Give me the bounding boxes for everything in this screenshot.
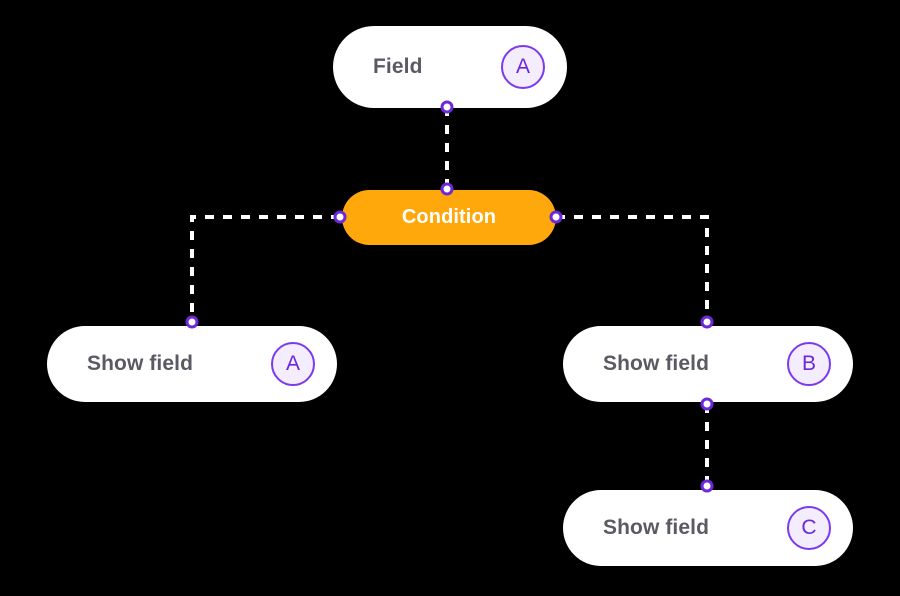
flow-canvas[interactable]: Field A Condition Show field A Show field B Sho… [0,0,900,596]
node-field[interactable]: Field A [333,26,567,108]
connection-handle-show-field-b-bottom[interactable] [700,397,714,411]
node-label: Show field [603,516,709,539]
edge[interactable] [190,215,340,322]
node-badge: A [271,342,315,386]
connection-handle-show-field-a-top[interactable] [185,315,199,329]
node-badge: B [787,342,831,386]
connection-handle-show-field-c-top[interactable] [700,479,714,493]
connection-handle-show-field-b-top[interactable] [700,315,714,329]
node-show-field-a[interactable]: Show field A [47,326,337,402]
node-show-field-b[interactable]: Show field B [563,326,853,402]
node-badge: A [501,45,545,89]
edge[interactable] [556,215,709,322]
node-condition[interactable]: Condition [342,190,556,245]
connection-handle-condition-top[interactable] [440,182,454,196]
node-label: Show field [603,352,709,375]
node-badge: C [787,506,831,550]
connection-handle-condition-left[interactable] [333,210,347,224]
node-label: Show field [87,352,193,375]
node-label: Field [373,55,423,78]
connection-handle-field-bottom[interactable] [440,100,454,114]
node-label: Condition [401,206,497,228]
connection-handle-condition-right[interactable] [549,210,563,224]
node-show-field-c[interactable]: Show field C [563,490,853,566]
